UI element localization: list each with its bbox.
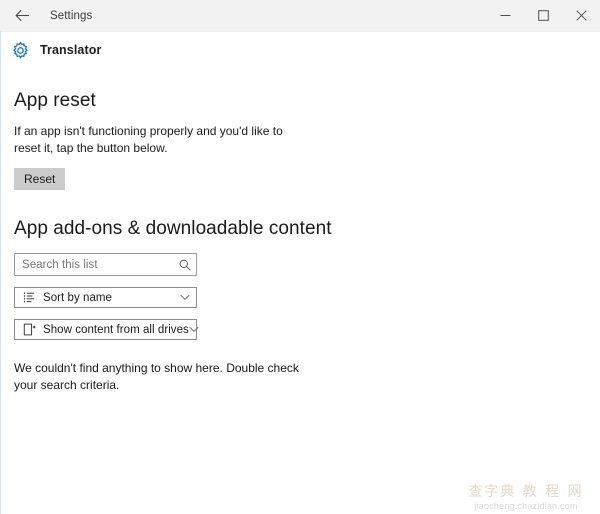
app-reset-description: If an app isn't functioning properly and… xyxy=(14,124,283,155)
minimize-button[interactable] xyxy=(486,0,524,31)
settings-content: App reset If an app isn't functioning pr… xyxy=(0,66,600,394)
drives-dropdown-label: Show content from all drives xyxy=(43,323,189,336)
empty-state-message: We couldn't find anything to show here. … xyxy=(14,361,299,392)
minimize-icon xyxy=(500,10,511,21)
search-box[interactable]: Search this list xyxy=(14,253,197,276)
title-bar: Settings xyxy=(0,0,600,32)
sort-list-icon xyxy=(22,291,36,305)
search-icon[interactable] xyxy=(174,259,196,271)
watermark-url: jiaocheng.chazidian.com xyxy=(474,501,578,511)
close-icon xyxy=(575,10,587,21)
gear-icon xyxy=(11,40,30,60)
drives-dropdown[interactable]: Show content from all drives xyxy=(14,319,199,340)
sort-dropdown[interactable]: Sort by name xyxy=(14,287,197,308)
drive-content-icon xyxy=(22,323,36,337)
app-header: Translator xyxy=(0,34,600,66)
chevron-down-icon[interactable] xyxy=(174,294,196,301)
back-button[interactable] xyxy=(0,0,44,31)
maximize-icon xyxy=(537,10,549,21)
addons-heading: App add-ons & downloadable content xyxy=(14,218,332,239)
reset-button[interactable]: Reset xyxy=(14,168,66,190)
back-arrow-icon xyxy=(14,9,30,22)
close-button[interactable] xyxy=(562,0,600,31)
window-controls xyxy=(486,0,600,31)
window-title: Settings xyxy=(50,9,93,22)
sort-dropdown-label: Sort by name xyxy=(43,291,112,304)
window-left-edge xyxy=(0,31,1,514)
app-reset-heading: App reset xyxy=(14,90,96,111)
chevron-down-icon[interactable] xyxy=(189,326,199,333)
settings-window: Settings Translator App reset If an app … xyxy=(0,0,600,514)
maximize-button[interactable] xyxy=(524,0,562,31)
app-name: Translator xyxy=(40,43,102,57)
watermark-chinese: 查字典 教 程 网 xyxy=(468,484,584,500)
watermark: 查字典 教 程 网 jiaocheng.chazidian.com xyxy=(456,485,596,512)
search-input[interactable]: Search this list xyxy=(22,259,174,271)
